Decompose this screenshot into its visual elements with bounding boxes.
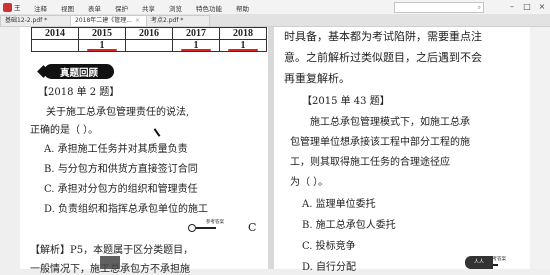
corner-widget[interactable]: 人人 (465, 256, 493, 269)
option-a: A. 监理单位委托 (302, 199, 376, 210)
key-shaft (196, 227, 216, 229)
menu-browse[interactable]: 浏览 (169, 3, 182, 13)
minimize-icon[interactable]: – (506, 1, 518, 12)
question-stem-line: 施工总承包管理模式下，如施工总承 (310, 117, 470, 128)
question-stem-line: 关于施工总承包管理责任的说法, (46, 107, 190, 118)
table-cell-count: 1 (172, 39, 220, 52)
menu-view[interactable]: 视图 (61, 3, 74, 13)
document-page-left: 2014 2015 2016 2017 2018 1 1 1 真题回顾 【201… (20, 27, 268, 275)
analysis-line: 【解析】P5，本题属于区分类题目， (30, 245, 194, 256)
menu-items: 注释 视图 表单 保护 共享 浏览 特色功能 帮助 (34, 3, 249, 13)
table-cell-count (31, 39, 79, 52)
option-a: A. 承担施工任务并对其质量负责 (44, 144, 188, 155)
question-stem-line: 为（ ）。 (290, 177, 329, 188)
intro-line: 意。之前解析过类似题目，之后遇到不会 (284, 51, 482, 64)
menu-bar: 王 注释 视图 表单 保护 共享 浏览 特色功能 帮助 ⌕ – □ × (0, 0, 550, 15)
table-cell-year: 2017 (172, 27, 220, 40)
option-d: D. 自行分配 (302, 262, 357, 273)
answer-key-icon: 参考答案 (188, 220, 224, 232)
table-row-years: 2014 2015 2016 2017 2018 (31, 27, 267, 40)
table-cell-year: 2016 (125, 27, 173, 40)
menu-help[interactable]: 帮助 (236, 3, 249, 13)
red-underline (181, 49, 211, 51)
tab-label: 2018年二建《管理... (75, 17, 132, 24)
app-logo-icon (3, 2, 12, 12)
menu-protect[interactable]: 保护 (115, 3, 128, 13)
search-icon[interactable]: ⌕ (478, 4, 481, 12)
menu-annotate[interactable]: 注释 (34, 3, 47, 13)
tab-bar: 基础12-2.pdf * 2018年二建《管理... × 考点2.pdf * (0, 14, 550, 27)
option-b: B. 与分包方和供货方直接签订合同 (44, 164, 198, 175)
close-tab-icon[interactable]: × (135, 17, 140, 24)
question-stem-line: 正确的是（ ）。 (30, 125, 99, 136)
key-ring (188, 224, 196, 232)
answer-tag: 参考答案 (206, 220, 224, 225)
section-badge: 真题回顾 (44, 64, 114, 79)
tab-doc-2[interactable]: 2018年二建《管理... × (70, 15, 152, 26)
option-c: C. 投标竞争 (302, 241, 356, 252)
red-underline (87, 49, 117, 51)
tab-label: 基础12-2.pdf * (5, 17, 48, 24)
tab-doc-3[interactable]: 考点2.pdf * (146, 15, 210, 26)
intro-line: 时具备，基本都为考试陷阱，需要重点注 (284, 30, 482, 43)
maximize-icon[interactable]: □ (521, 1, 533, 12)
close-icon[interactable]: × (536, 1, 548, 12)
vertical-scrollbar[interactable] (530, 27, 550, 269)
table-cell-count: 1 (219, 39, 267, 52)
window-controls: – □ × (506, 1, 548, 12)
table-cell-year: 2014 (31, 27, 79, 40)
table-cell-year: 2018 (219, 27, 267, 40)
intro-line: 再重复解析。 (284, 72, 350, 85)
tab-doc-1[interactable]: 基础12-2.pdf * (0, 15, 74, 26)
question-stem-line: 工，则其取得施工任务的合理途径应 (290, 157, 450, 168)
answer-letter: C (248, 221, 257, 234)
question-tag: 【2015 单 43 题】 (302, 96, 390, 107)
menu-features[interactable]: 特色功能 (196, 3, 222, 13)
page-navigation-handle[interactable] (100, 256, 120, 269)
option-b: B. 施工总承包人委托 (302, 220, 396, 231)
frequency-table: 2014 2015 2016 2017 2018 1 1 1 (31, 27, 267, 52)
question-tag: 【2018 单 2 题】 (38, 87, 120, 98)
table-cell-year: 2015 (78, 27, 126, 40)
option-d: D. 负责组织和指挥总承包单位的施工 (44, 204, 209, 215)
search-input[interactable]: ⌕ (394, 2, 484, 13)
menu-form[interactable]: 表单 (88, 3, 101, 13)
table-cell-count: 1 (78, 39, 126, 52)
red-underline (228, 49, 258, 51)
document-page-right: 时具备，基本都为考试陷阱，需要重点注 意。之前解析过类似题目，之后遇到不会 再重… (274, 27, 530, 273)
app-brand[interactable]: 王 (3, 2, 21, 12)
question-stem-line: 包管理单位想承接该工程中部分工程的施 (290, 137, 470, 148)
table-cell-count (125, 39, 173, 52)
option-c: C. 承担对分包方的组织和管理责任 (44, 184, 198, 195)
table-row-counts: 1 1 1 (31, 39, 267, 52)
menu-share[interactable]: 共享 (142, 3, 155, 13)
app-label: 王 (14, 4, 21, 12)
tab-label: 考点2.pdf * (151, 17, 184, 24)
